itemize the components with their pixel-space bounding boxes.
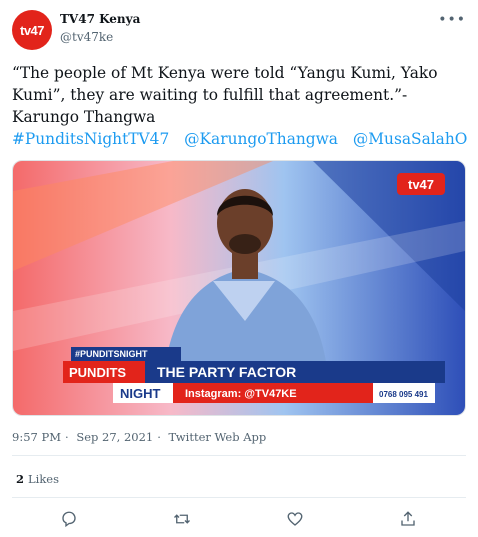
retweet-icon[interactable] (171, 508, 193, 530)
show-name-line2: NIGHT (120, 386, 161, 401)
like-icon[interactable] (284, 508, 306, 530)
action-bar (0, 508, 478, 530)
mention-link[interactable]: @KarungoThangwa (184, 130, 338, 148)
divider (12, 455, 466, 456)
more-icon[interactable]: ••• (438, 12, 466, 28)
channel-logo: tv47 (408, 177, 434, 192)
divider (12, 497, 466, 498)
likes-count: 2 (16, 472, 25, 486)
tweet-meta: 9:57 PM · Sep 27, 2021 · Twitter Web App (12, 430, 270, 444)
account-handle[interactable]: @tv47ke (60, 30, 113, 44)
reply-icon[interactable] (58, 508, 80, 530)
tweet-text: “The people of Mt Kenya were told “Yangu… (12, 64, 438, 126)
meta-separator: · (65, 430, 69, 444)
likes-label: Likes (28, 472, 60, 486)
account-name[interactable]: TV47 Kenya (60, 12, 140, 26)
avatar-logo-text: tv47 (19, 22, 45, 38)
tweet-time[interactable]: 9:57 PM (12, 430, 61, 444)
mention-link[interactable]: @MusaSalahO (353, 130, 467, 148)
tweet-tags: #PunditsNightTV47 @KarungoThangwa @MusaS… (12, 128, 477, 150)
hashtag-link[interactable]: #PunditsNightTV47 (12, 130, 169, 148)
meta-separator: · (157, 430, 161, 444)
phone-number: 0768 095 491 (379, 390, 428, 399)
headline: THE PARTY FACTOR (157, 364, 296, 380)
video-media[interactable]: tv47 #PUNDITSNIGHT PUNDITS THE PARTY FAC… (12, 160, 466, 416)
share-icon[interactable] (397, 508, 419, 530)
likes-stat[interactable]: 2 Likes (16, 472, 59, 486)
tweet-source[interactable]: Twitter Web App (169, 430, 267, 444)
video-frame: tv47 #PUNDITSNIGHT PUNDITS THE PARTY FAC… (13, 161, 465, 415)
instagram-handle: Instagram: @TV47KE (185, 388, 297, 400)
lower-third-tag: #PUNDITSNIGHT (75, 349, 148, 359)
avatar[interactable]: tv47 (12, 10, 52, 50)
show-name-line1: PUNDITS (69, 365, 126, 380)
tweet-date[interactable]: Sep 27, 2021 (76, 430, 153, 444)
